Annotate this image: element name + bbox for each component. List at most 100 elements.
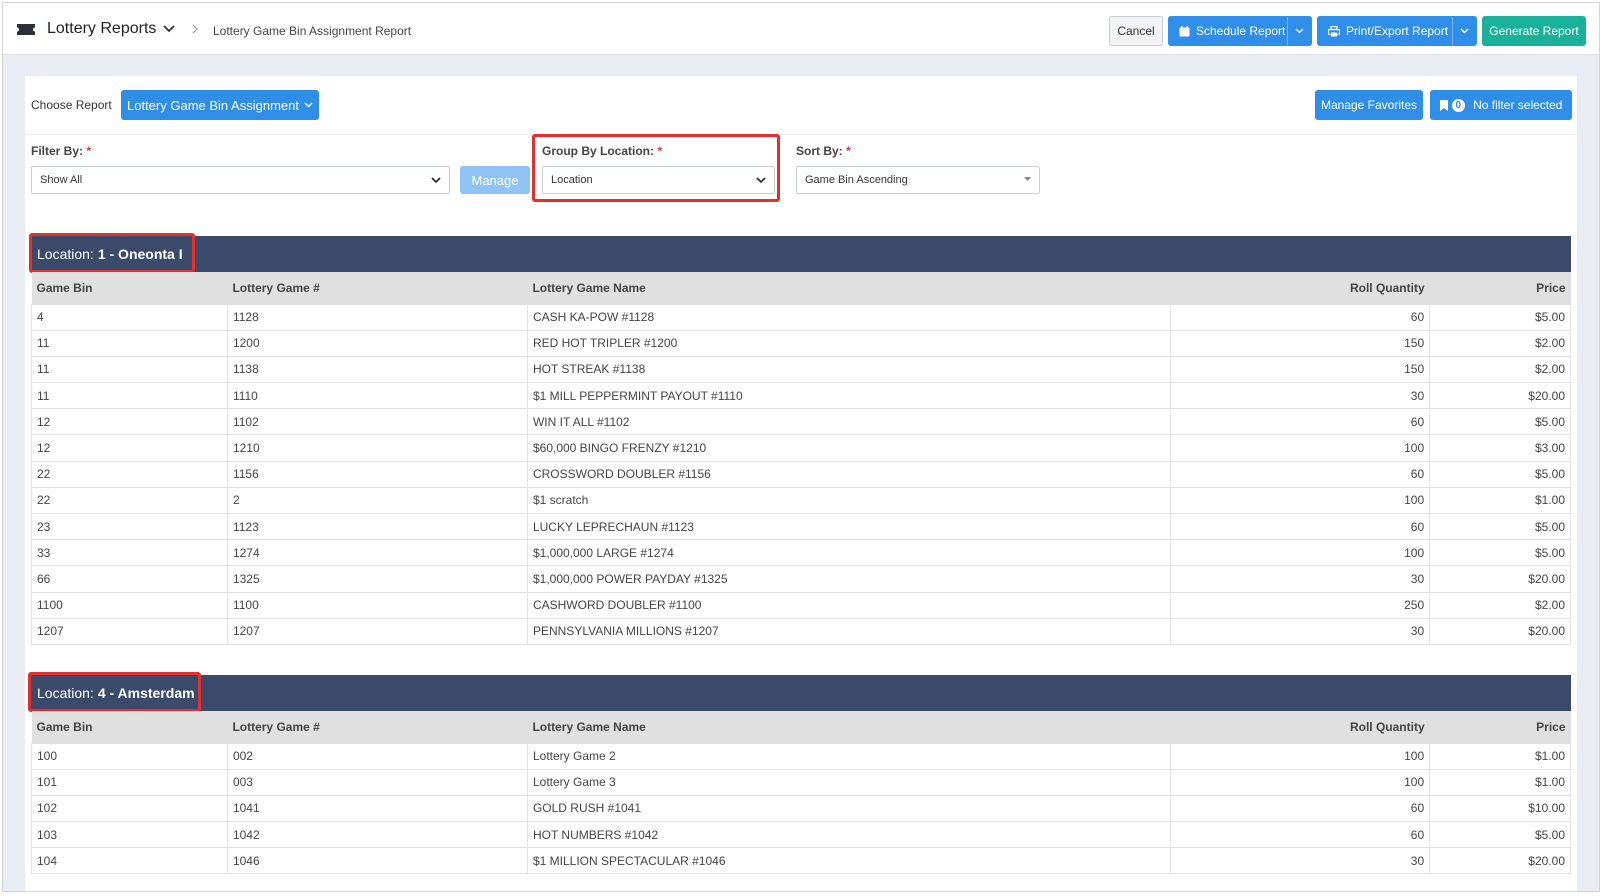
game-bin-cell: 22 xyxy=(31,486,228,515)
game-number-cell: 1325 xyxy=(226,565,528,593)
game-number-cell: 1123 xyxy=(226,512,528,541)
roll-quantity-cell: 150 xyxy=(1169,329,1431,357)
selected-report-label: Lottery Game Bin Assignment xyxy=(127,97,299,113)
game-number-cell: 1210 xyxy=(226,434,528,462)
column-header: Game Bin xyxy=(31,711,228,743)
game-name-cell: PENNSYLVANIA MILLIONS #1207 xyxy=(526,617,1171,645)
chevron-down-icon xyxy=(1295,28,1304,34)
location-table: Game Bin Lottery Game # Lottery Game Name R… xyxy=(31,272,1571,645)
column-header: Price xyxy=(1429,711,1571,743)
column-header: Lottery Game Name xyxy=(527,711,1171,743)
ticket-icon xyxy=(17,24,35,35)
game-bin-cell: 66 xyxy=(31,565,228,593)
print-export-dropdown[interactable] xyxy=(1452,17,1476,45)
roll-quantity-cell: 60 xyxy=(1169,512,1431,541)
game-name-cell: CASHWORD DOUBLER #1100 xyxy=(526,591,1171,619)
column-header: Game Bin xyxy=(31,272,228,304)
location-header: Location: 1 - Oneonta I xyxy=(31,236,1571,272)
game-bin-cell: 33 xyxy=(31,539,228,567)
table-row: 12 1102 WIN IT ALL #1102 60 $5.00 xyxy=(31,408,1571,436)
game-name-cell: WIN IT ALL #1102 xyxy=(526,408,1171,436)
filter-by-label: Filter By: * xyxy=(31,144,91,158)
game-number-cell: 1274 xyxy=(226,539,528,567)
manage-filter-button[interactable]: Manage xyxy=(460,166,530,194)
choose-report-dropdown[interactable]: Lottery Game Bin Assignment xyxy=(121,90,319,120)
table-row: 23 1123 LUCKY LEPRECHAUN #1123 60 $5.00 xyxy=(31,512,1571,541)
report-panel: Choose Report Lottery Game Bin Assignmen… xyxy=(25,76,1577,891)
table-row: 22 1156 CROSSWORD DOUBLER #1156 60 $5.00 xyxy=(31,460,1571,488)
schedule-report-button[interactable]: Schedule Report xyxy=(1168,16,1312,46)
game-bin-cell: 23 xyxy=(31,512,228,541)
chevron-down-icon xyxy=(431,177,441,184)
game-bin-cell: 104 xyxy=(31,847,228,875)
schedule-report-label: Schedule Report xyxy=(1196,24,1286,38)
game-number-cell: 1110 xyxy=(226,382,528,410)
sort-by-select[interactable]: Game Bin Ascending xyxy=(796,166,1040,194)
filter-by-value: Show All xyxy=(40,174,83,186)
game-number-cell: 1200 xyxy=(226,329,528,357)
game-name-cell: $1 MILLION SPECTACULAR #1046 xyxy=(526,847,1171,875)
game-name-cell: LUCKY LEPRECHAUN #1123 xyxy=(526,512,1171,541)
table-row: 103 1042 HOT NUMBERS #1042 60 $5.00 xyxy=(31,821,1571,849)
required-mark: * xyxy=(846,144,851,158)
price-cell: $5.00 xyxy=(1429,303,1571,331)
location-highlight xyxy=(28,672,201,712)
bookmark-icon xyxy=(1439,99,1448,111)
game-number-cell: 1156 xyxy=(226,460,528,488)
price-cell: $5.00 xyxy=(1429,821,1571,849)
game-bin-cell: 4 xyxy=(31,303,228,331)
location-highlight xyxy=(29,233,195,273)
game-name-cell: CASH KA-POW #1128 xyxy=(526,303,1171,331)
game-number-cell: 1138 xyxy=(226,355,528,384)
app-title[interactable]: Lottery Reports xyxy=(47,20,156,38)
roll-quantity-cell: 100 xyxy=(1169,434,1431,462)
filter-status-button[interactable]: 0 No filter selected xyxy=(1430,90,1572,120)
generate-report-button[interactable]: Generate Report xyxy=(1482,16,1586,46)
column-header: Lottery Game # xyxy=(227,272,528,304)
manage-favorites-button[interactable]: Manage Favorites xyxy=(1315,90,1423,120)
price-cell: $2.00 xyxy=(1429,329,1571,357)
table-row: 11 1110 $1 MILL PEPPERMINT PAYOUT #1110 30 $… xyxy=(31,382,1571,410)
roll-quantity-cell: 250 xyxy=(1169,591,1431,619)
price-cell: $20.00 xyxy=(1429,565,1571,593)
sort-by-label-text: Sort By: xyxy=(796,144,843,158)
table-row: 66 1325 $1,000,000 POWER PAYDAY #1325 30 $20… xyxy=(31,565,1571,593)
price-cell: $2.00 xyxy=(1429,355,1571,384)
game-name-cell: $1 scratch xyxy=(526,486,1171,515)
cancel-button[interactable]: Cancel xyxy=(1109,16,1163,46)
filter-by-select[interactable]: Show All xyxy=(31,166,450,194)
game-number-cell: 1046 xyxy=(226,847,528,875)
print-export-button[interactable]: Print/Export Report xyxy=(1317,16,1477,46)
table-row: 1100 1100 CASHWORD DOUBLER #1100 250 $2.00 xyxy=(31,591,1571,619)
roll-quantity-cell: 60 xyxy=(1169,794,1431,823)
table-body: 100 002 Lottery Game 2 100 $1.00 101 003 Lotter… xyxy=(31,742,1571,875)
price-cell: $3.00 xyxy=(1429,434,1571,462)
price-cell: $20.00 xyxy=(1429,617,1571,645)
required-mark: * xyxy=(86,144,92,158)
filter-status-label: No filter selected xyxy=(1473,98,1563,112)
game-bin-cell: 1207 xyxy=(31,617,228,645)
game-number-cell: 003 xyxy=(226,768,528,796)
game-name-cell: CROSSWORD DOUBLER #1156 xyxy=(526,460,1171,488)
table-row: 11 1138 HOT STREAK #1138 150 $2.00 xyxy=(31,355,1571,384)
game-bin-cell: 103 xyxy=(31,821,228,849)
app-window: Lottery Reports Lottery Game Bin Assignm… xyxy=(2,2,1600,892)
price-cell: $2.00 xyxy=(1429,591,1571,619)
chevron-right-icon xyxy=(192,24,198,34)
price-cell: $10.00 xyxy=(1429,794,1571,823)
roll-quantity-cell: 100 xyxy=(1169,768,1431,796)
chevron-down-icon[interactable] xyxy=(163,24,175,34)
game-name-cell: HOT NUMBERS #1042 xyxy=(526,821,1171,849)
chevron-down-icon xyxy=(1460,28,1469,34)
table-body: 4 1128 CASH KA-POW #1128 60 $5.00 11 1200 RED H… xyxy=(31,303,1571,645)
table-row: 12 1210 $60,000 BINGO FRENZY #1210 100 $3.00 xyxy=(31,434,1571,462)
price-cell: $1.00 xyxy=(1429,486,1571,515)
roll-quantity-cell: 30 xyxy=(1169,847,1431,875)
roll-quantity-cell: 60 xyxy=(1169,408,1431,436)
game-number-cell: 002 xyxy=(226,742,528,770)
top-bar: Lottery Reports Lottery Game Bin Assignm… xyxy=(3,3,1599,55)
game-number-cell: 1041 xyxy=(226,794,528,823)
game-name-cell: RED HOT TRIPLER #1200 xyxy=(526,329,1171,357)
schedule-report-dropdown[interactable] xyxy=(1287,17,1311,45)
column-header: Lottery Game # xyxy=(227,711,528,743)
